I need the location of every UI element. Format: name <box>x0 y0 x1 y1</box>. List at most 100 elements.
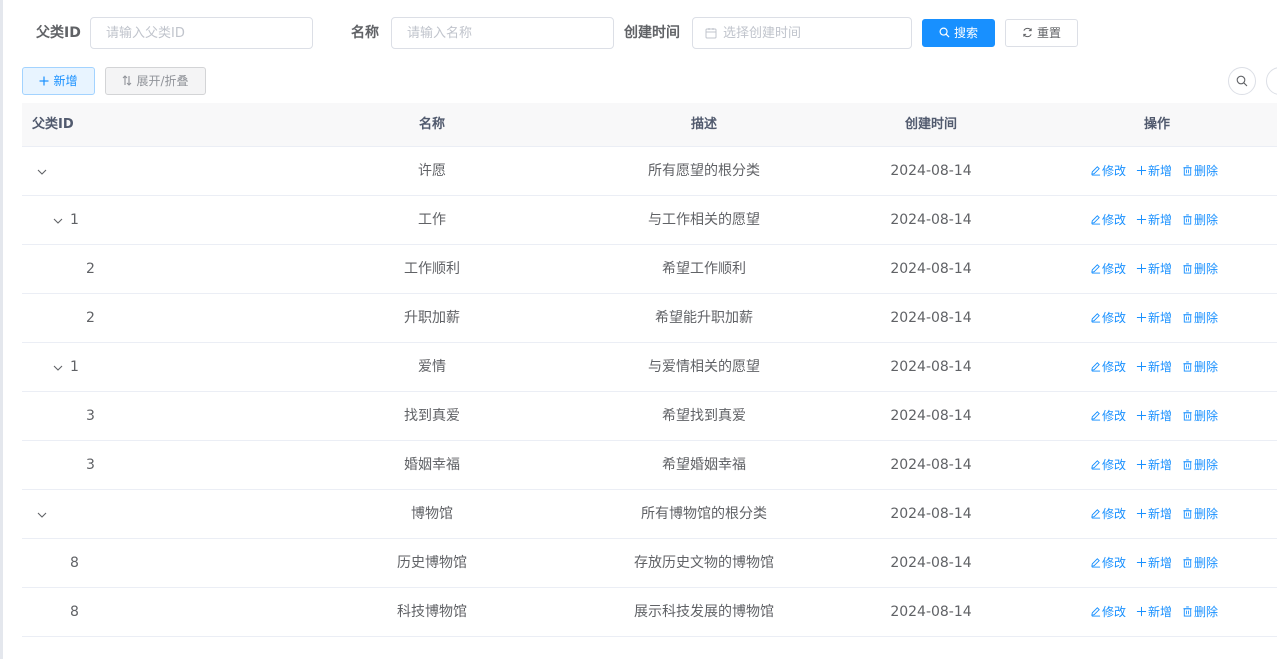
delete-button-label: 删除 <box>1194 213 1219 227</box>
delete-button[interactable]: 删除 <box>1182 490 1218 538</box>
chevron-down-icon[interactable] <box>52 215 64 227</box>
cell-description: 所有愿望的根分类 <box>648 163 760 179</box>
cell-created-time: 2024-08-14 <box>890 359 972 375</box>
cell-description: 存放历史文物的博物馆 <box>634 555 774 571</box>
add-child-button[interactable]: 新增 <box>1136 588 1172 636</box>
add-child-button[interactable]: 新增 <box>1136 392 1172 440</box>
edit-button[interactable]: 修改 <box>1090 196 1126 244</box>
cell-name: 爱情 <box>418 359 446 375</box>
edit-icon <box>1091 509 1101 519</box>
table-row: 1 工作 与工作相关的愿望 2024-08-14 修改 新增 删除 <box>22 196 1277 245</box>
delete-button[interactable]: 删除 <box>1182 196 1218 244</box>
delete-button[interactable]: 删除 <box>1182 245 1218 293</box>
chevron-down-icon[interactable] <box>36 509 48 521</box>
refresh-table-button[interactable] <box>1266 67 1277 95</box>
add-child-button[interactable]: 新增 <box>1136 196 1172 244</box>
chevron-down-icon[interactable] <box>52 362 64 374</box>
cell-name: 科技博物馆 <box>397 604 467 620</box>
edit-icon <box>1091 313 1101 323</box>
delete-button-label: 删除 <box>1194 556 1219 570</box>
trash-icon <box>1183 312 1192 323</box>
add-child-button-label: 新增 <box>1148 164 1173 178</box>
cell-name: 博物馆 <box>411 506 453 522</box>
header-description: 描述 <box>690 117 717 132</box>
cell-actions: 修改 新增 删除 <box>1090 539 1228 587</box>
edit-icon <box>1091 166 1101 176</box>
add-child-button[interactable]: 新增 <box>1136 147 1172 195</box>
cell-actions: 修改 新增 删除 <box>1090 196 1228 244</box>
created-time-picker[interactable] <box>692 17 912 49</box>
table-row: 3 婚姻幸福 希望婚姻幸福 2024-08-14 修改 新增 删除 <box>22 441 1277 490</box>
add-child-button-label: 新增 <box>1148 458 1173 472</box>
add-child-button-label: 新增 <box>1148 507 1173 521</box>
delete-button[interactable]: 删除 <box>1182 539 1218 587</box>
edit-button[interactable]: 修改 <box>1090 392 1126 440</box>
header-name: 名称 <box>418 117 445 132</box>
add-child-button[interactable]: 新增 <box>1136 441 1172 489</box>
page-left-edge <box>0 0 3 659</box>
plus-icon <box>1136 312 1147 323</box>
header-actions: 操作 <box>1143 117 1170 132</box>
edit-button-label: 修改 <box>1102 164 1127 178</box>
plus-icon <box>39 76 49 85</box>
edit-icon <box>1091 264 1101 274</box>
delete-button-label: 删除 <box>1194 458 1219 472</box>
add-child-button[interactable]: 新增 <box>1136 490 1172 538</box>
cell-parent-id: 2 <box>86 310 95 326</box>
table-row: 3 找到真爱 希望找到真爱 2024-08-14 修改 新增 删除 <box>22 392 1277 441</box>
edit-button[interactable]: 修改 <box>1090 147 1126 195</box>
add-child-button-label: 新增 <box>1148 556 1173 570</box>
delete-button[interactable]: 删除 <box>1182 147 1218 195</box>
search-button-label: 搜索 <box>953 26 978 40</box>
edit-button-label: 修改 <box>1102 262 1127 276</box>
trash-icon <box>1183 557 1192 568</box>
edit-button[interactable]: 修改 <box>1090 588 1126 636</box>
expand-collapse-button[interactable]: 展开/折叠 <box>105 67 206 95</box>
cell-created-time: 2024-08-14 <box>890 212 972 228</box>
edit-button-label: 修改 <box>1102 360 1127 374</box>
delete-button[interactable]: 删除 <box>1182 441 1218 489</box>
header-created-time: 创建时间 <box>904 117 957 132</box>
delete-button[interactable]: 删除 <box>1182 294 1218 342</box>
edit-button-label: 修改 <box>1102 605 1127 619</box>
edit-button-label: 修改 <box>1102 409 1127 423</box>
add-child-button[interactable]: 新增 <box>1136 294 1172 342</box>
toggle-search-button[interactable] <box>1228 67 1256 95</box>
delete-button-label: 删除 <box>1194 409 1219 423</box>
search-button[interactable]: 搜索 <box>922 19 995 47</box>
delete-button[interactable]: 删除 <box>1182 588 1218 636</box>
cell-created-time: 2024-08-14 <box>890 457 972 473</box>
edit-button[interactable]: 修改 <box>1090 490 1126 538</box>
cell-created-time: 2024-08-14 <box>890 310 972 326</box>
plus-icon <box>1136 557 1147 568</box>
add-child-button[interactable]: 新增 <box>1136 343 1172 391</box>
parent-id-input[interactable] <box>90 17 313 49</box>
cell-description: 希望婚姻幸福 <box>662 457 746 473</box>
add-button[interactable]: 新增 <box>22 67 95 95</box>
edit-button[interactable]: 修改 <box>1090 294 1126 342</box>
edit-button[interactable]: 修改 <box>1090 539 1126 587</box>
edit-button[interactable]: 修改 <box>1090 245 1126 293</box>
table-row: 8 历史博物馆 存放历史文物的博物馆 2024-08-14 修改 新增 删除 <box>22 539 1277 588</box>
cell-actions: 修改 新增 删除 <box>1090 392 1228 440</box>
cell-created-time: 2024-08-14 <box>890 408 972 424</box>
edit-button[interactable]: 修改 <box>1090 441 1126 489</box>
delete-button[interactable]: 删除 <box>1182 392 1218 440</box>
name-input[interactable] <box>391 17 614 49</box>
plus-icon <box>1136 410 1147 421</box>
add-child-button[interactable]: 新增 <box>1136 245 1172 293</box>
table-row: 许愿 所有愿望的根分类 2024-08-14 修改 新增 删除 <box>22 147 1277 196</box>
edit-button-label: 修改 <box>1102 507 1127 521</box>
table-row: 8 科技博物馆 展示科技发展的博物馆 2024-08-14 修改 新增 删除 <box>22 588 1277 637</box>
trash-icon <box>1183 361 1192 372</box>
table-header: 父类ID 名称 描述 创建时间 操作 <box>22 103 1277 147</box>
cell-name: 婚姻幸福 <box>404 457 460 473</box>
plus-icon <box>1136 361 1147 372</box>
add-child-button[interactable]: 新增 <box>1136 539 1172 587</box>
search-icon <box>1236 75 1248 87</box>
delete-button[interactable]: 删除 <box>1182 343 1218 391</box>
chevron-down-icon[interactable] <box>36 166 48 178</box>
add-child-button-label: 新增 <box>1148 605 1173 619</box>
edit-button[interactable]: 修改 <box>1090 343 1126 391</box>
reset-button[interactable]: 重置 <box>1005 19 1078 47</box>
